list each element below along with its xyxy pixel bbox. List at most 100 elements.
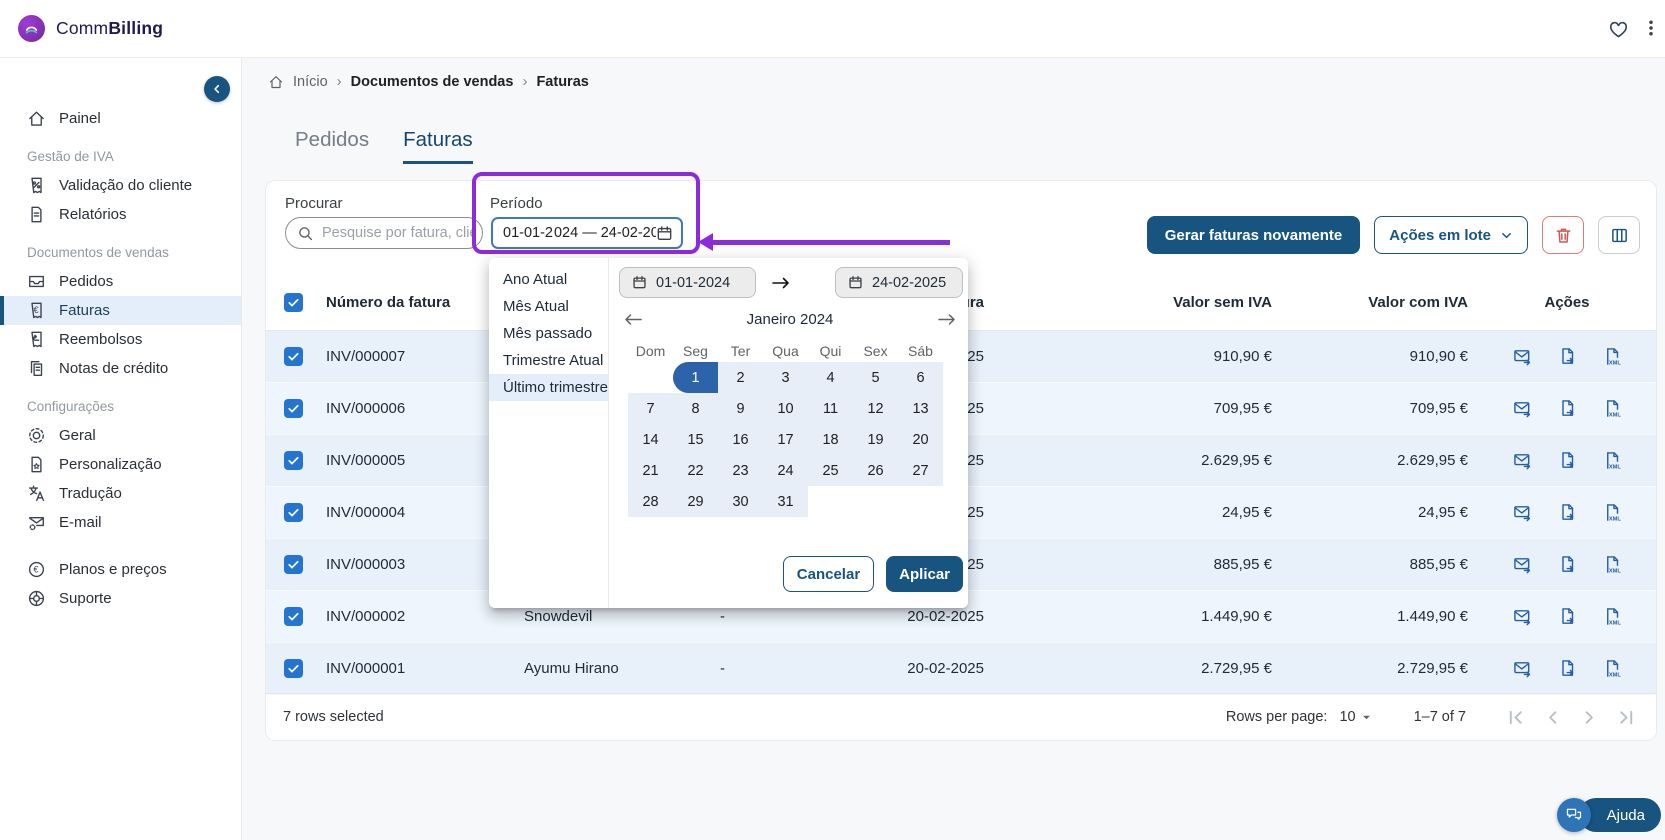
- help-button[interactable]: Ajuda: [1579, 798, 1661, 832]
- prev-month-icon[interactable]: [623, 311, 643, 328]
- row-checkbox[interactable]: [284, 607, 303, 626]
- breadcrumb-item-faturas[interactable]: Faturas: [536, 74, 588, 90]
- export-pdf-button[interactable]: [1558, 451, 1577, 470]
- preset-ano-atual[interactable]: Ano Atual: [489, 266, 608, 293]
- period-input[interactable]: 01-01-2024 — 24-02-202: [491, 217, 683, 249]
- calendar-day[interactable]: 29: [673, 486, 718, 517]
- calendar-day[interactable]: 25: [808, 455, 853, 486]
- kebab-menu-icon[interactable]: [1641, 18, 1661, 38]
- send-email-button[interactable]: [1513, 347, 1532, 366]
- calendar-day[interactable]: 16: [718, 424, 763, 455]
- row-checkbox[interactable]: [284, 451, 303, 470]
- calendar-day[interactable]: 23: [718, 455, 763, 486]
- calendar-day[interactable]: 10: [763, 393, 808, 424]
- sidebar-item-reembolsos[interactable]: Reembolsos: [0, 325, 241, 354]
- calendar-day[interactable]: 28: [628, 486, 673, 517]
- end-date-chip[interactable]: 24-02-2025: [835, 267, 963, 298]
- export-pdf-button[interactable]: [1558, 607, 1577, 626]
- sidebar-item-faturas[interactable]: €Faturas: [0, 296, 241, 325]
- calendar-day[interactable]: 31: [763, 486, 808, 517]
- calendar-day[interactable]: 4: [808, 362, 853, 393]
- row-checkbox[interactable]: [284, 659, 303, 678]
- bulk-actions-button[interactable]: Ações em lote: [1374, 216, 1528, 254]
- row-checkbox[interactable]: [284, 399, 303, 418]
- calendar-day[interactable]: 3: [763, 362, 808, 393]
- row-checkbox[interactable]: [284, 503, 303, 522]
- send-email-button[interactable]: [1513, 555, 1532, 574]
- apply-button[interactable]: Aplicar: [886, 556, 963, 592]
- breadcrumb-item-documentos-de-vendas[interactable]: Documentos de vendas: [351, 74, 514, 90]
- row-checkbox[interactable]: [284, 555, 303, 574]
- search-input[interactable]: [322, 225, 472, 241]
- calendar-day[interactable]: 18: [808, 424, 853, 455]
- calendar-day[interactable]: 15: [673, 424, 718, 455]
- export-pdf-button[interactable]: [1558, 503, 1577, 522]
- export-xml-button[interactable]: XML: [1603, 503, 1622, 522]
- calendar-day[interactable]: 8: [673, 393, 718, 424]
- calendar-day[interactable]: 14: [628, 424, 673, 455]
- sidebar-item-painel[interactable]: Painel: [0, 104, 241, 133]
- calendar-day[interactable]: 17: [763, 424, 808, 455]
- tab-pedidos[interactable]: Pedidos: [295, 128, 369, 164]
- calendar-day[interactable]: 22: [673, 455, 718, 486]
- send-email-button[interactable]: [1513, 607, 1532, 626]
- calendar-day[interactable]: 12: [853, 393, 898, 424]
- first-page-button[interactable]: [1504, 706, 1527, 729]
- calendar-day[interactable]: 13: [898, 393, 943, 424]
- calendar-day[interactable]: 5: [853, 362, 898, 393]
- delete-button[interactable]: [1542, 216, 1584, 254]
- export-xml-button[interactable]: XML: [1603, 347, 1622, 366]
- next-page-button[interactable]: [1578, 706, 1601, 729]
- prev-page-button[interactable]: [1541, 706, 1564, 729]
- regenerate-invoices-button[interactable]: Gerar faturas novamente: [1147, 216, 1361, 254]
- preset-mes-atual[interactable]: Mês Atual: [489, 293, 608, 320]
- export-xml-button[interactable]: XML: [1603, 451, 1622, 470]
- breadcrumb-item-inicio[interactable]: Início: [293, 74, 328, 90]
- sidebar-item-traducao[interactable]: Tradução: [0, 479, 241, 508]
- export-xml-button[interactable]: XML: [1603, 555, 1622, 574]
- sidebar-collapse-button[interactable]: [204, 76, 230, 102]
- calendar-day[interactable]: 1: [673, 362, 718, 393]
- export-pdf-button[interactable]: [1558, 399, 1577, 418]
- calendar-day[interactable]: 19: [853, 424, 898, 455]
- sidebar-item-relatorios[interactable]: Relatórios: [0, 200, 241, 229]
- last-page-button[interactable]: [1615, 706, 1638, 729]
- preset-mes-passado[interactable]: Mês passado: [489, 320, 608, 347]
- preset-ultimo-trimestre[interactable]: Último trimestre: [489, 374, 608, 401]
- calendar-day[interactable]: 20: [898, 424, 943, 455]
- export-pdf-button[interactable]: [1558, 659, 1577, 678]
- sidebar-item-validacao-do-cliente[interactable]: Validação do cliente: [0, 171, 241, 200]
- rows-per-page-select[interactable]: 10: [1339, 709, 1371, 725]
- calendar-day[interactable]: 9: [718, 393, 763, 424]
- sidebar-item-notas-de-credito[interactable]: Notas de crédito: [0, 354, 241, 383]
- start-date-chip[interactable]: 01-01-2024: [619, 267, 756, 298]
- calendar-day[interactable]: 11: [808, 393, 853, 424]
- export-xml-button[interactable]: XML: [1603, 399, 1622, 418]
- export-pdf-button[interactable]: [1558, 555, 1577, 574]
- heart-icon[interactable]: [1608, 19, 1629, 40]
- row-checkbox[interactable]: [284, 347, 303, 366]
- sidebar-item-personalizacao[interactable]: Personalização: [0, 450, 241, 479]
- calendar-day[interactable]: 21: [628, 455, 673, 486]
- sidebar-item-e-mail[interactable]: E-mail: [0, 508, 241, 537]
- chat-icon[interactable]: [1557, 798, 1591, 832]
- columns-button[interactable]: [1598, 216, 1640, 254]
- export-xml-button[interactable]: XML: [1603, 607, 1622, 626]
- calendar-day[interactable]: 30: [718, 486, 763, 517]
- send-email-button[interactable]: [1513, 451, 1532, 470]
- calendar-day[interactable]: 24: [763, 455, 808, 486]
- export-xml-button[interactable]: XML: [1603, 659, 1622, 678]
- sidebar-item-pedidos[interactable]: Pedidos: [0, 267, 241, 296]
- export-pdf-button[interactable]: [1558, 347, 1577, 366]
- cancel-button[interactable]: Cancelar: [783, 556, 874, 592]
- calendar-day[interactable]: 6: [898, 362, 943, 393]
- select-all-checkbox[interactable]: [284, 293, 303, 312]
- sidebar-item-geral[interactable]: Geral: [0, 421, 241, 450]
- sidebar-item-planos-e-precos[interactable]: €Planos e preços: [0, 555, 241, 584]
- sidebar-item-suporte[interactable]: Suporte: [0, 584, 241, 613]
- send-email-button[interactable]: [1513, 659, 1532, 678]
- calendar-day[interactable]: 27: [898, 455, 943, 486]
- preset-trimestre-atual[interactable]: Trimestre Atual: [489, 347, 608, 374]
- tab-faturas[interactable]: Faturas: [403, 128, 473, 164]
- calendar-day[interactable]: 7: [628, 393, 673, 424]
